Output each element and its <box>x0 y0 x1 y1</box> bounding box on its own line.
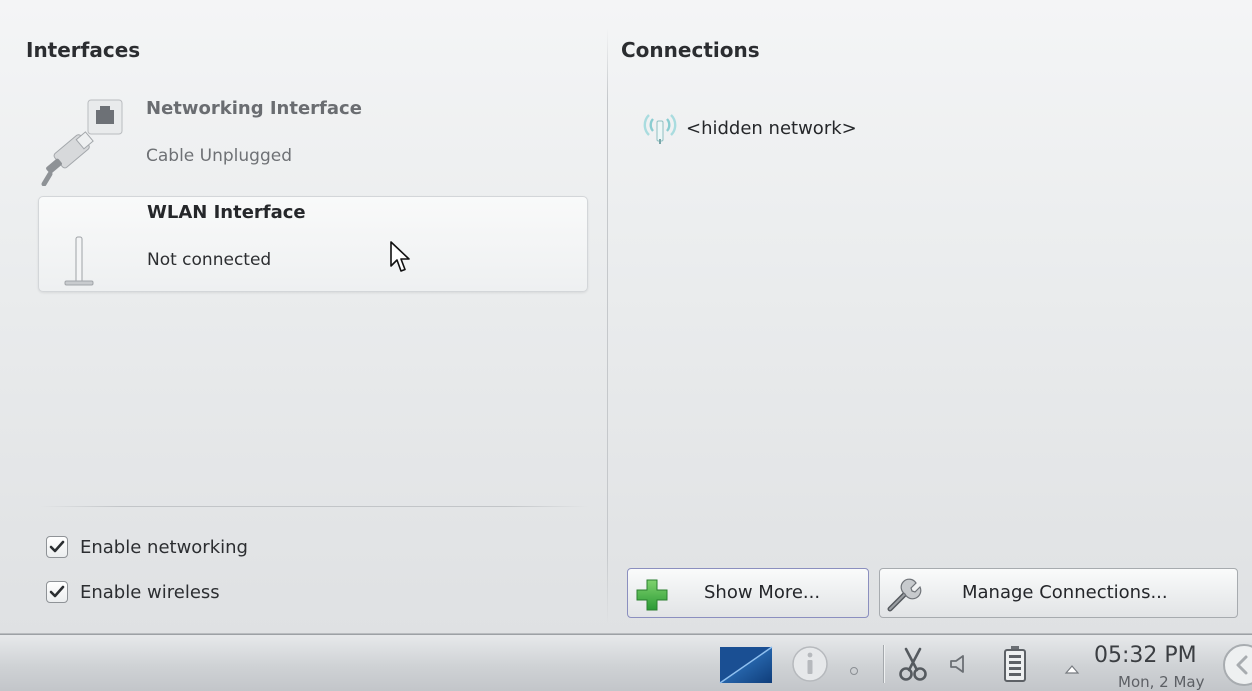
add-plus-icon <box>634 577 670 617</box>
interfaces-heading: Interfaces <box>26 38 141 62</box>
interface-title: WLAN Interface <box>147 202 306 223</box>
taskbar: 05:32 PM Mon, 2 May <box>0 634 1252 691</box>
expand-tray-icon[interactable] <box>1064 659 1080 678</box>
enable-wireless-checkbox[interactable] <box>46 581 68 603</box>
manage-connections-button[interactable]: Manage Connections... <box>879 568 1238 618</box>
clock-time[interactable]: 05:32 PM <box>1094 643 1197 668</box>
show-more-label: Show More... <box>704 582 821 603</box>
interface-item-networking[interactable]: Networking Interface Cable Unplugged <box>38 90 586 187</box>
scissors-icon[interactable] <box>898 645 928 687</box>
network-applet-icon[interactable] <box>718 643 774 691</box>
options-divider <box>40 506 588 507</box>
interface-status: Not connected <box>147 250 272 270</box>
tray-dot-icon[interactable] <box>850 667 858 675</box>
battery-icon[interactable] <box>1003 645 1027 687</box>
dashboard-icon[interactable] <box>1220 640 1252 691</box>
interface-status: Cable Unplugged <box>146 146 293 166</box>
enable-wireless-label: Enable wireless <box>80 581 220 603</box>
enable-networking-option[interactable]: Enable networking <box>46 534 248 560</box>
wireless-signal-icon <box>642 107 678 149</box>
wlan-antenna-icon <box>61 233 101 293</box>
info-icon[interactable] <box>790 644 830 688</box>
enable-networking-label: Enable networking <box>80 536 248 558</box>
connections-heading: Connections <box>621 38 760 62</box>
network-popup: Interfaces Connections Networking Interf… <box>0 0 1252 634</box>
ethernet-cable-icon <box>40 94 132 190</box>
interface-item-wlan[interactable]: WLAN Interface Not connected <box>38 196 588 292</box>
wrench-icon <box>886 577 922 617</box>
enable-wireless-option[interactable]: Enable wireless <box>46 579 220 605</box>
enable-networking-checkbox[interactable] <box>46 536 68 558</box>
column-divider <box>607 28 608 624</box>
connection-item-hidden-network[interactable]: <hidden network> <box>642 108 857 148</box>
show-more-button[interactable]: Show More... <box>627 568 869 618</box>
tray-separator <box>883 645 884 683</box>
mouse-cursor-icon <box>389 240 413 278</box>
interface-title: Networking Interface <box>146 98 362 119</box>
connection-label: <hidden network> <box>686 117 857 139</box>
clock-date[interactable]: Mon, 2 May <box>1118 673 1204 691</box>
volume-icon[interactable] <box>948 653 968 679</box>
manage-connections-label: Manage Connections... <box>962 582 1168 603</box>
